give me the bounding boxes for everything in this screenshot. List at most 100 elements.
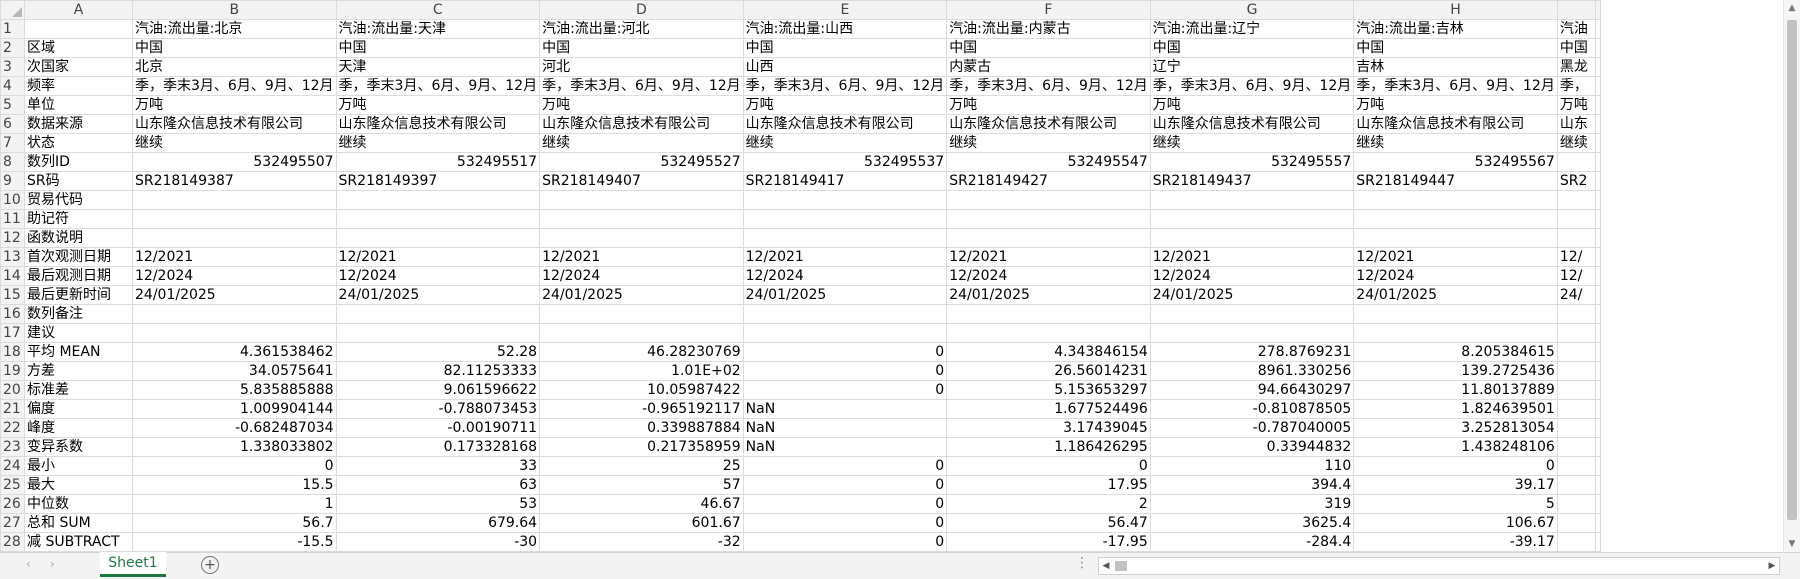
prev-sheet-icon[interactable]: ‹	[26, 557, 31, 571]
cell[interactable]: 24/01/2025	[539, 285, 744, 305]
column-header[interactable]: E	[742, 0, 948, 20]
row-header[interactable]: 25	[0, 475, 25, 495]
horizontal-scroll-thumb[interactable]	[1115, 561, 1127, 571]
cell[interactable]: 0	[742, 361, 948, 381]
cell[interactable]: 季，季末3月、6月、9月、12月	[1149, 76, 1355, 96]
cell[interactable]	[1149, 190, 1355, 210]
cell[interactable]: 状态	[24, 133, 133, 153]
cell[interactable]: 532495567	[1353, 152, 1558, 172]
cell[interactable]	[946, 228, 1151, 248]
cell[interactable]: 总和 SUM	[24, 513, 133, 533]
cell[interactable]: 万吨	[1353, 95, 1558, 115]
cell[interactable]	[1556, 190, 1596, 210]
cell[interactable]: 52.28	[335, 342, 541, 362]
vertical-scrollbar[interactable]: ▲ ▼	[1783, 0, 1800, 552]
cell[interactable]: 1.677524496	[946, 399, 1151, 419]
cell[interactable]: 继续	[742, 133, 948, 153]
cell[interactable]: 17.95	[946, 475, 1151, 495]
cell[interactable]: 9.061596622	[335, 380, 541, 400]
cell[interactable]	[1556, 209, 1596, 229]
cell[interactable]: SR2	[1556, 171, 1596, 191]
cell[interactable]	[742, 323, 948, 343]
cell[interactable]: 57	[539, 475, 744, 495]
cell[interactable]: 12/2021	[335, 247, 541, 267]
cell[interactable]: 季，季末3月、6月、9月、12月	[132, 76, 337, 96]
cell[interactable]: 最小	[24, 456, 133, 476]
cell[interactable]: 继续	[132, 133, 337, 153]
cell[interactable]	[335, 209, 541, 229]
cell[interactable]: 139.2725436	[1353, 361, 1558, 381]
cell[interactable]: 首次观测日期	[24, 247, 133, 267]
row-header[interactable]: 10	[0, 190, 25, 210]
cell[interactable]: 12/2024	[539, 266, 744, 286]
cell[interactable]: 46.28230769	[539, 342, 744, 362]
cell[interactable]: 最后更新时间	[24, 285, 133, 305]
cell[interactable]: -0.788073453	[335, 399, 541, 419]
cell[interactable]: 4.361538462	[132, 342, 337, 362]
cell[interactable]: 1.338033802	[132, 437, 337, 457]
cell[interactable]	[946, 190, 1151, 210]
scroll-right-icon[interactable]: ▶	[1765, 558, 1779, 574]
cell[interactable]: NaN	[742, 437, 948, 457]
cell[interactable]: 8.205384615	[1353, 342, 1558, 362]
cell[interactable]: 532495517	[335, 152, 541, 172]
cell[interactable]: -15.5	[132, 532, 337, 552]
cell[interactable]	[335, 190, 541, 210]
cell[interactable]	[1556, 323, 1596, 343]
cell[interactable]: 季，季末3月、6月、9月、12月	[742, 76, 948, 96]
cell[interactable]: 3625.4	[1149, 513, 1355, 533]
cell[interactable]	[946, 323, 1151, 343]
cell[interactable]: 万吨	[1149, 95, 1355, 115]
cell[interactable]	[1556, 342, 1596, 362]
cell[interactable]: 3.252813054	[1353, 418, 1558, 438]
cell[interactable]: 中国	[946, 38, 1151, 58]
cell[interactable]: 辽宁	[1149, 57, 1355, 77]
cell[interactable]: 频率	[24, 76, 133, 96]
row-header[interactable]: 11	[0, 209, 25, 229]
row-header[interactable]: 19	[0, 361, 25, 381]
cell[interactable]: 278.8769231	[1149, 342, 1355, 362]
row-header[interactable]: 26	[0, 494, 25, 514]
cell[interactable]: 季，	[1556, 76, 1596, 96]
cell[interactable]: 0	[742, 380, 948, 400]
select-all-corner[interactable]	[0, 0, 25, 20]
cell-table[interactable]: A B C D E F G H 1 汽油:流出量:北京 汽油:流出量:天津 汽油:流出量:河北 汽油:流…	[0, 0, 1601, 552]
cell[interactable]: 24/01/2025	[1353, 285, 1558, 305]
cell[interactable]: 34.0575641	[132, 361, 337, 381]
cell[interactable]: 679.64	[335, 513, 541, 533]
column-header[interactable]: H	[1353, 0, 1558, 20]
cell[interactable]: NaN	[742, 418, 948, 438]
column-header[interactable]: B	[132, 0, 337, 20]
cell[interactable]: 1.824639501	[1353, 399, 1558, 419]
cell[interactable]: -0.787040005	[1149, 418, 1355, 438]
row-header[interactable]: 20	[0, 380, 25, 400]
cell[interactable]	[1556, 418, 1596, 438]
cell[interactable]: 中国	[742, 38, 948, 58]
cell[interactable]: 山东隆众信息技术有限公司	[132, 114, 337, 134]
cell[interactable]: 中国	[132, 38, 337, 58]
cell[interactable]	[1353, 228, 1558, 248]
cell[interactable]: 0	[1353, 456, 1558, 476]
cell[interactable]: 汽油:流出量:内蒙古	[946, 19, 1151, 39]
cell[interactable]: 季，季末3月、6月、9月、12月	[1353, 76, 1558, 96]
cell[interactable]: 12/2021	[1149, 247, 1355, 267]
cell[interactable]: 继续	[1149, 133, 1355, 153]
cell[interactable]: 0.217358959	[539, 437, 744, 457]
cell[interactable]: 12/2024	[1149, 266, 1355, 286]
cell[interactable]: 汽油:流出量:辽宁	[1149, 19, 1355, 39]
row-header[interactable]: 1	[0, 19, 25, 39]
cell[interactable]: 24/01/2025	[335, 285, 541, 305]
cell[interactable]: SR218149417	[742, 171, 948, 191]
cell[interactable]	[1556, 361, 1596, 381]
cell[interactable]	[132, 209, 337, 229]
cell[interactable]	[1556, 152, 1596, 172]
cell[interactable]: 0	[742, 342, 948, 362]
horizontal-scrollbar[interactable]: ◀ ▶	[1098, 557, 1780, 575]
cell[interactable]: 最后观测日期	[24, 266, 133, 286]
cell[interactable]: 110	[1149, 456, 1355, 476]
cell[interactable]	[946, 304, 1151, 324]
sheet-tab-sheet1[interactable]: Sheet1	[100, 552, 166, 577]
scroll-down-icon[interactable]: ▼	[1784, 536, 1800, 552]
cell[interactable]	[1556, 494, 1596, 514]
cell[interactable]	[132, 228, 337, 248]
